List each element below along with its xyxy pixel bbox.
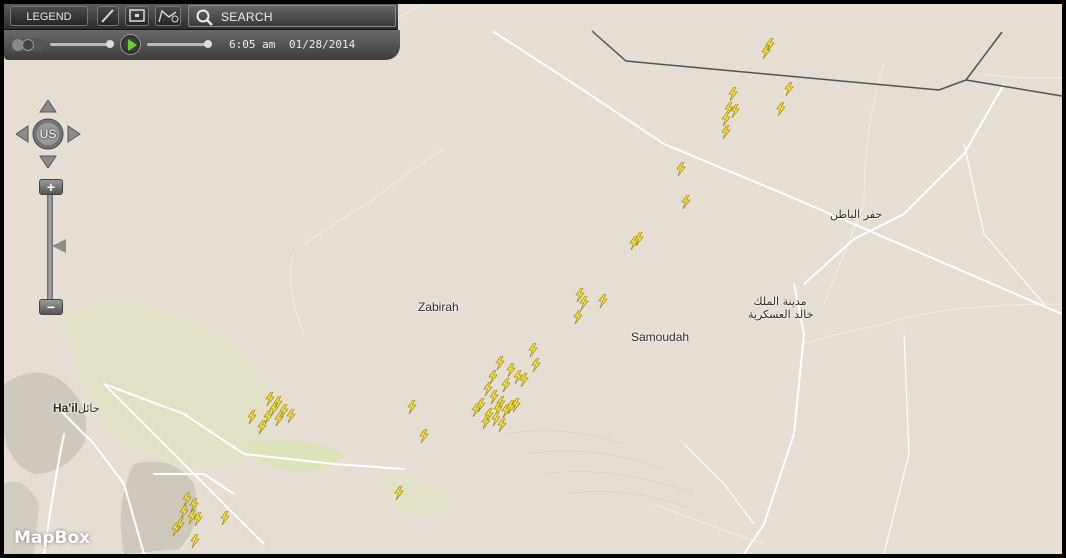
lightning-strike-icon [776, 102, 786, 116]
place-label-kmc-line2: خالد العسكرية [748, 308, 814, 321]
place-label-hail-arabic: حائل [78, 402, 100, 415]
select-box-button[interactable] [125, 6, 149, 26]
pan-down-arrow [39, 155, 57, 169]
lightning-strike-icon [274, 412, 284, 426]
place-label-zabirah: Zabirah [418, 300, 459, 314]
pan-up-arrow [39, 99, 57, 113]
place-label-king-khalid-military-city: مدينة الملك خالد العسكرية [748, 295, 814, 321]
lightning-strike-icon [721, 112, 731, 126]
pan-right-arrow [67, 125, 81, 143]
lightning-strike-icon [407, 400, 417, 414]
time-slider-knob[interactable] [204, 40, 212, 48]
lightning-strike-icon [681, 195, 691, 209]
lightning-strike-icon [257, 420, 267, 434]
lightning-strike-icon [629, 236, 639, 250]
top-toolbar: LEGEND SEARCH [4, 4, 398, 30]
lightning-strike-icon [419, 429, 429, 443]
magnifier-icon [196, 9, 213, 26]
lightning-strike-icon [519, 373, 529, 387]
place-label-hafr-al-batin: حفر الباطن [830, 208, 883, 221]
layer-toggle[interactable] [12, 39, 44, 51]
basemap [4, 4, 1062, 554]
lightning-strike-icon [531, 358, 541, 372]
zoom-in-button[interactable]: + [39, 179, 63, 195]
route-button[interactable] [155, 6, 181, 26]
zoom-out-button[interactable]: − [39, 299, 63, 315]
lightning-strike-icon [528, 343, 538, 357]
lightning-strike-icon [501, 378, 511, 392]
lightning-strike-icon [511, 398, 521, 412]
lightning-strike-icon [579, 296, 589, 310]
route-icon [158, 9, 179, 23]
lightning-strike-icon [190, 534, 200, 548]
search-label: SEARCH [221, 10, 273, 24]
speed-slider-knob[interactable] [106, 40, 114, 48]
mapbox-attribution[interactable]: MapBox [14, 528, 90, 548]
lightning-strike-icon [721, 125, 731, 139]
lightning-strike-icon [171, 522, 181, 536]
place-label-kmc-line1: مدينة الملك [753, 295, 807, 308]
place-label-samoudah: Samoudah [631, 330, 690, 344]
lightning-strike-icon [676, 162, 686, 176]
zoom-control[interactable]: + − [36, 179, 66, 319]
lightning-strike-icon [573, 310, 583, 324]
place-label-hail: Ha'il [53, 401, 78, 415]
select-box-icon [129, 9, 145, 22]
lightning-strike-icon [286, 409, 296, 423]
legend-button[interactable]: LEGEND [10, 6, 88, 26]
lightning-strike-icon [193, 512, 203, 526]
lightning-strike-icon [598, 294, 608, 308]
date-readout: 01/28/2014 [289, 38, 356, 51]
lightning-strike-icon [394, 486, 404, 500]
lightning-strike-icon [728, 87, 738, 101]
time-readout: 6:05 am [229, 38, 276, 51]
pan-control[interactable]: US [15, 99, 88, 169]
pan-region-label[interactable]: US [38, 127, 58, 141]
map-canvas[interactable]: Zabirah Samoudah Ha'il حائل حفر الباطن م… [4, 4, 1062, 554]
timeline-bar: 6:05 am 01/28/2014 [4, 30, 400, 60]
draw-button[interactable] [97, 6, 119, 26]
lightning-strike-icon [220, 511, 230, 525]
lightning-strike-icon [497, 418, 507, 432]
lightning-strike-icon [784, 82, 794, 96]
lightning-strike-icon [761, 45, 771, 59]
pencil-icon [101, 9, 114, 23]
search-button[interactable]: SEARCH [188, 5, 396, 27]
pan-left-arrow [15, 125, 29, 143]
time-slider-track[interactable] [147, 43, 209, 46]
speed-slider-track[interactable] [50, 43, 110, 46]
map-frame: Zabirah Samoudah Ha'il حائل حفر الباطن م… [0, 0, 1066, 558]
zoom-slider-handle[interactable] [52, 239, 66, 253]
play-button[interactable] [120, 34, 141, 55]
